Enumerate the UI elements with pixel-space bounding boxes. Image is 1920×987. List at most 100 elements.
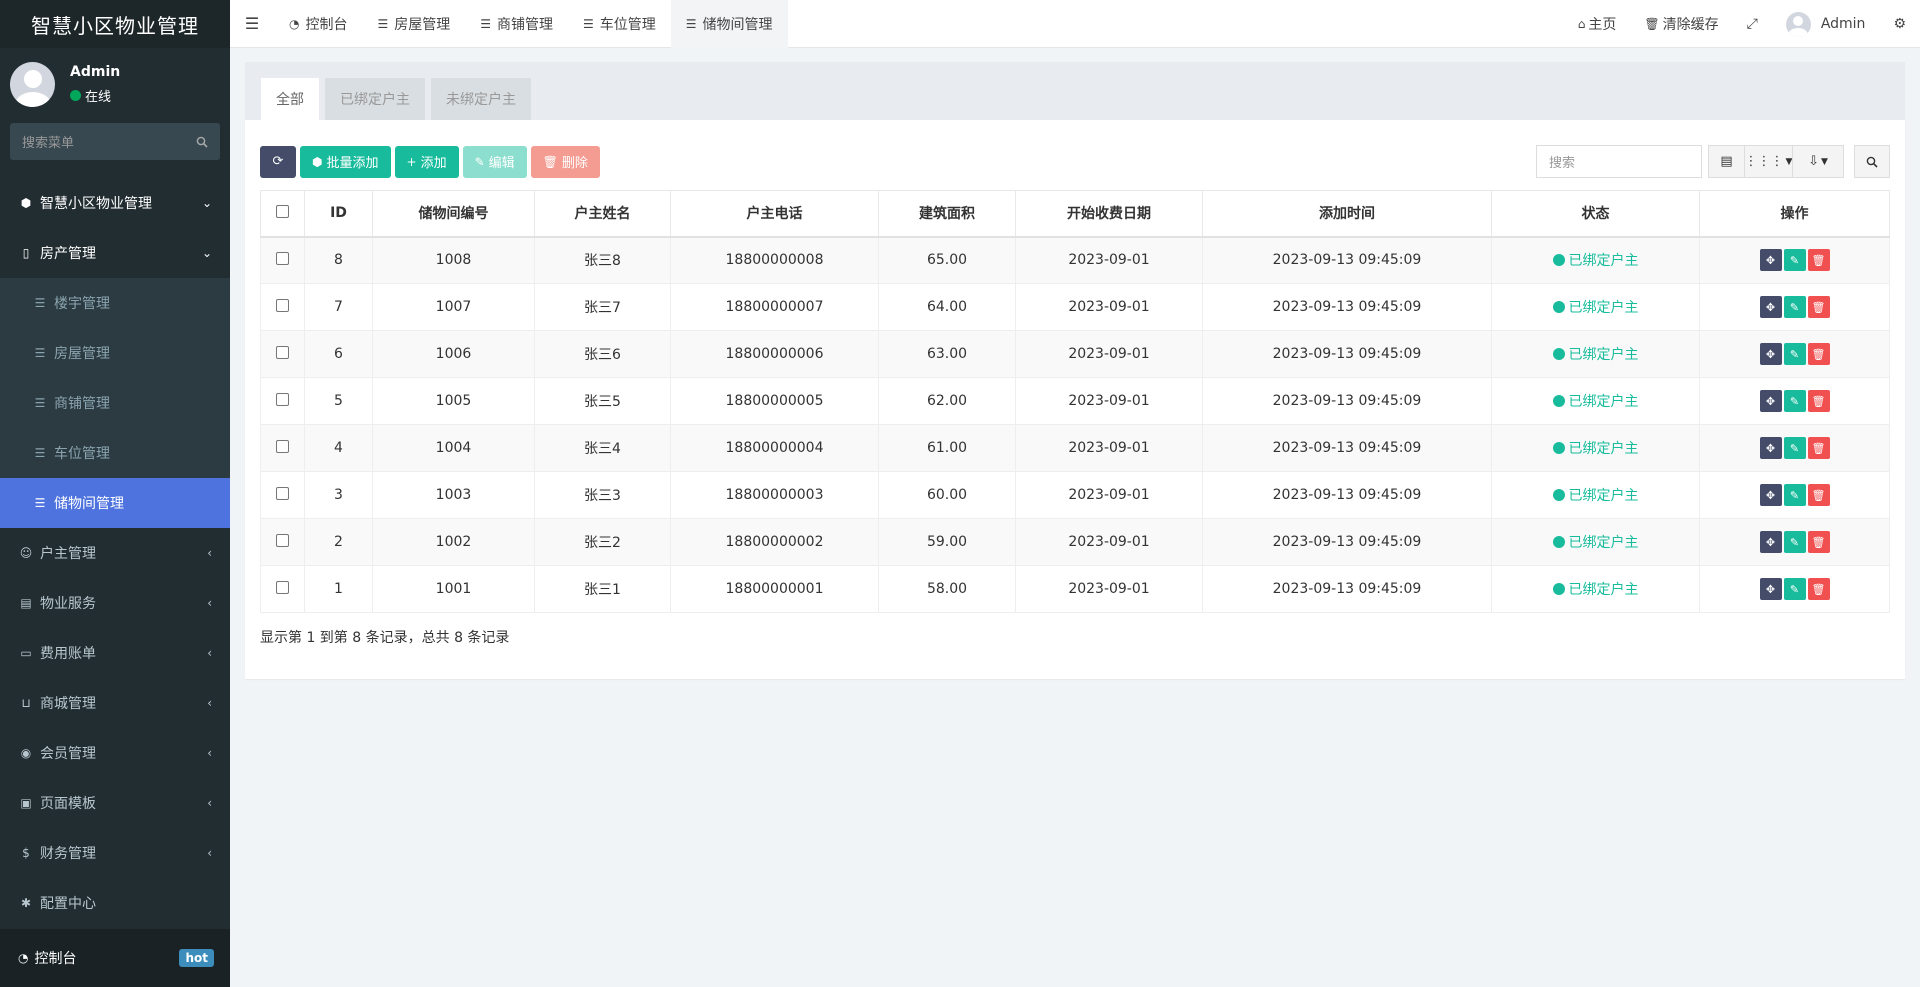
table-search-input[interactable]: 搜索 (1536, 145, 1702, 178)
table-row[interactable]: 5 1005 张三5 18800000005 62.00 2023-09-01 2023-0… (260, 377, 1890, 425)
table-row[interactable]: 1 1001 张三1 18800000001 58.00 2023-09-01 2023-0… (260, 565, 1890, 613)
tab-parking[interactable]: ☰ 车位管理 (568, 0, 671, 48)
row-edit-button[interactable]: ✎ (1783, 390, 1806, 412)
row-drag-button[interactable]: ✥ (1759, 296, 1782, 318)
row-drag-button[interactable]: ✥ (1759, 249, 1782, 272)
edit-button[interactable]: ✎ 编辑 (462, 145, 527, 178)
tab-storage[interactable]: ☰ 储物间管理 (670, 0, 788, 48)
columns-dropdown-button[interactable]: ⋮⋮⋮ ▼ (1744, 145, 1792, 178)
fullscreen-icon[interactable]: ⤢ (1733, 16, 1772, 32)
row-drag-button[interactable]: ✥ (1759, 437, 1782, 459)
clear-cache-button[interactable]: 🗑︎ 清除缓存 (1630, 14, 1732, 34)
select-all-checkbox[interactable] (276, 204, 289, 218)
user-menu[interactable]: Admin (1772, 11, 1880, 37)
row-checkbox[interactable] (276, 439, 289, 453)
sidebar-item-parking[interactable]: ☰ 车位管理 (0, 428, 230, 478)
row-edit-button[interactable]: ✎ (1783, 296, 1806, 318)
status-badge[interactable]: 已绑定户主 (1552, 391, 1639, 411)
row-checkbox[interactable] (276, 298, 289, 312)
sidebar-item-mall[interactable]: ⊔ 商城管理 ‹ (0, 678, 230, 728)
row-delete-button[interactable]: 🗑︎ (1807, 531, 1830, 553)
table-row[interactable]: 4 1004 张三4 18800000004 61.00 2023-09-01 2023-0… (260, 424, 1890, 472)
row-delete-button[interactable]: 🗑︎ (1807, 484, 1830, 506)
menu-search-input[interactable]: 搜索菜单 (10, 123, 220, 160)
row-edit-button[interactable]: ✎ (1783, 343, 1806, 365)
sidebar-item-storage[interactable]: ☰ 储物间管理 (0, 478, 230, 528)
brand-logo[interactable]: 智慧小区物业管理 (0, 0, 230, 48)
table-row[interactable]: 7 1007 张三7 18800000007 64.00 2023-09-01 2023-0… (260, 283, 1890, 331)
tab-houses[interactable]: ☰ 房屋管理 (362, 0, 465, 48)
advanced-search-button[interactable] (1854, 145, 1890, 178)
row-delete-button[interactable]: 🗑︎ (1807, 249, 1830, 272)
delete-button[interactable]: 🗑︎ 删除 (530, 145, 600, 178)
row-checkbox[interactable] (276, 251, 289, 265)
sidebar-item-members[interactable]: ◉ 会员管理 ‹ (0, 728, 230, 778)
sidebar-item-owners[interactable]: ☺ 户主管理 ‹ (0, 528, 230, 578)
col-start-date[interactable]: 开始收费日期 (1015, 190, 1203, 238)
sidebar-item-services[interactable]: ▤ 物业服务 ‹ (0, 578, 230, 628)
sidebar-item-templates[interactable]: ▣ 页面模板 ‹ (0, 778, 230, 828)
home-link[interactable]: ⌂ 主页 (1564, 14, 1631, 34)
menu-toggle-icon[interactable]: ☰ (230, 14, 274, 33)
row-delete-button[interactable]: 🗑︎ (1807, 390, 1830, 412)
col-owner[interactable]: 户主姓名 (534, 190, 671, 238)
status-badge[interactable]: 已绑定户主 (1552, 250, 1639, 270)
table-row[interactable]: 3 1003 张三3 18800000003 60.00 2023-09-01 2023-0… (260, 471, 1890, 519)
sidebar-item-buildings[interactable]: ☰ 楼宇管理 (0, 278, 230, 328)
settings-icon[interactable]: ⚙︎ (1879, 16, 1920, 32)
toggle-view-button[interactable]: ▤ (1708, 145, 1744, 178)
col-area[interactable]: 建筑面积 (878, 190, 1016, 238)
row-drag-button[interactable]: ✥ (1759, 484, 1782, 506)
status-badge[interactable]: 已绑定户主 (1552, 485, 1639, 505)
row-edit-button[interactable]: ✎ (1783, 437, 1806, 459)
status-badge[interactable]: 已绑定户主 (1552, 297, 1639, 317)
export-dropdown-button[interactable]: ⇩ ▼ (1792, 145, 1844, 178)
col-status[interactable]: 状态 (1491, 190, 1700, 238)
tab-dashboard[interactable]: ◔ 控制台 (274, 0, 362, 48)
col-added-time[interactable]: 添加时间 (1202, 190, 1492, 238)
row-delete-button[interactable]: 🗑︎ (1807, 437, 1830, 459)
status-badge[interactable]: 已绑定户主 (1552, 532, 1639, 552)
status-badge[interactable]: 已绑定户主 (1552, 438, 1639, 458)
sidebar-dashboard-link[interactable]: ◔ 控制台 hot (0, 929, 230, 987)
table-row[interactable]: 2 1002 张三2 18800000002 59.00 2023-09-01 2023-0… (260, 518, 1890, 566)
tab-bound[interactable]: 已绑定户主 (325, 78, 425, 120)
row-delete-button[interactable]: 🗑︎ (1807, 296, 1830, 318)
sidebar-item-community[interactable]: ⬢ 智慧小区物业管理 ⌄ (0, 178, 230, 228)
row-checkbox[interactable] (276, 580, 289, 594)
tab-all[interactable]: 全部 (261, 78, 319, 120)
status-badge[interactable]: 已绑定户主 (1552, 579, 1639, 599)
row-drag-button[interactable]: ✥ (1759, 531, 1782, 553)
search-icon[interactable] (196, 136, 208, 148)
row-edit-button[interactable]: ✎ (1783, 484, 1806, 506)
row-edit-button[interactable]: ✎ (1783, 578, 1806, 600)
row-delete-button[interactable]: 🗑︎ (1807, 343, 1830, 365)
sidebar-item-config[interactable]: ✱ 配置中心 (0, 878, 230, 928)
sidebar-item-houses[interactable]: ☰ 房屋管理 (0, 328, 230, 378)
row-checkbox[interactable] (276, 486, 289, 500)
col-phone[interactable]: 户主电话 (670, 190, 879, 238)
row-drag-button[interactable]: ✥ (1759, 390, 1782, 412)
sidebar-item-bills[interactable]: ▭ 费用账单 ‹ (0, 628, 230, 678)
refresh-button[interactable]: ⟳ (260, 145, 296, 178)
status-badge[interactable]: 已绑定户主 (1552, 344, 1639, 364)
row-checkbox[interactable] (276, 533, 289, 547)
tab-unbound[interactable]: 未绑定户主 (431, 78, 531, 120)
sidebar-item-shops[interactable]: ☰ 商铺管理 (0, 378, 230, 428)
row-checkbox[interactable] (276, 345, 289, 359)
table-row[interactable]: 8 1008 张三8 18800000008 65.00 2023-09-01 2023-0… (260, 236, 1890, 284)
sidebar-item-property[interactable]: ▯ 房产管理 ⌄ (0, 228, 230, 278)
add-button[interactable]: + 添加 (394, 145, 459, 178)
sidebar-item-finance[interactable]: $ 财务管理 ‹ (0, 828, 230, 878)
row-edit-button[interactable]: ✎ (1783, 249, 1806, 272)
batch-add-button[interactable]: ⬢ 批量添加 (300, 145, 391, 178)
row-edit-button[interactable]: ✎ (1783, 531, 1806, 553)
row-drag-button[interactable]: ✥ (1759, 343, 1782, 365)
row-checkbox[interactable] (276, 392, 289, 406)
table-row[interactable]: 6 1006 张三6 18800000006 63.00 2023-09-01 2023-0… (260, 330, 1890, 378)
tab-shops[interactable]: ☰ 商铺管理 (465, 0, 568, 48)
col-id[interactable]: ID (304, 190, 373, 238)
col-code[interactable]: 储物间编号 (372, 190, 535, 238)
row-drag-button[interactable]: ✥ (1759, 578, 1782, 600)
row-delete-button[interactable]: 🗑︎ (1807, 578, 1830, 600)
